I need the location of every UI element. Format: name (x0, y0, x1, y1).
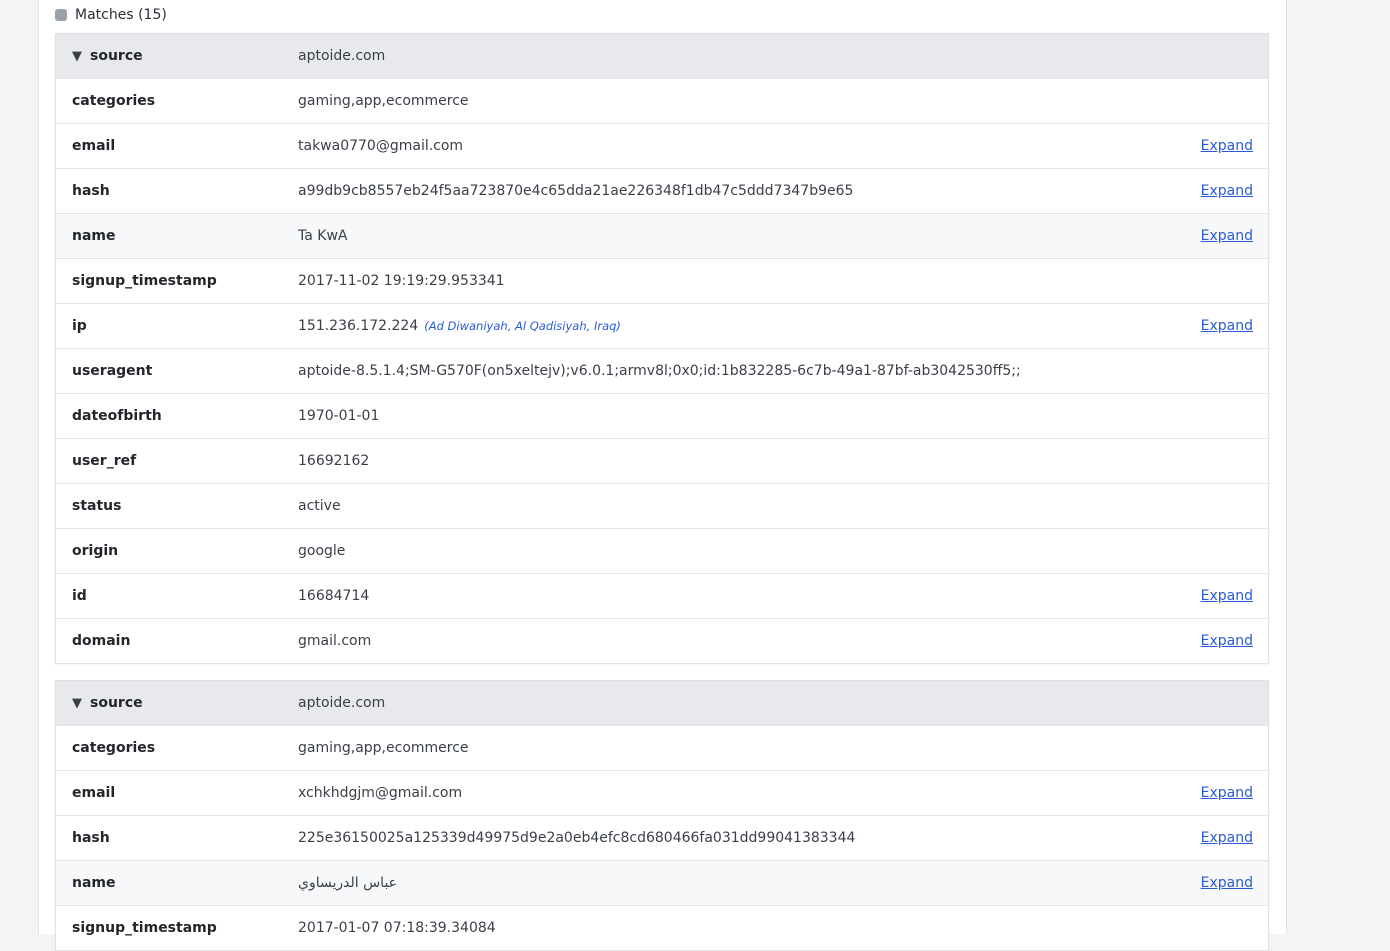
field-value-text: 16692162 (298, 453, 370, 469)
field-key: ip (72, 318, 87, 334)
field-key: status (72, 498, 122, 514)
source-value: aptoide.com (298, 48, 386, 64)
field-key: signup_timestamp (72, 273, 217, 289)
field-key: source (90, 48, 143, 64)
field-row-id: id 16684714 Expand (56, 574, 1268, 619)
field-key: name (72, 875, 116, 891)
field-value-text: active (298, 498, 341, 514)
field-row-name: name Ta KwA Expand (56, 214, 1268, 259)
source-key[interactable]: ▼ source (56, 48, 298, 64)
field-value-text: a99db9cb8557eb24f5aa723870e4c65dda21ae22… (298, 183, 854, 199)
field-key: dateofbirth (72, 408, 162, 424)
field-value: aptoide-8.5.1.4;SM-G570F(on5xeltejv);v6.… (298, 363, 1268, 379)
field-row-hash: hash a99db9cb8557eb24f5aa723870e4c65dda21… (56, 169, 1268, 214)
record-header-row[interactable]: ▼ source aptoide.com (56, 34, 1268, 79)
field-row-signup-timestamp: signup_timestamp 2017-01-07 07:18:39.3408… (56, 906, 1268, 950)
field-row-categories: categories gaming,app,ecommerce (56, 79, 1268, 124)
expand-link[interactable]: Expand (1201, 830, 1253, 846)
field-value: google (298, 543, 1268, 559)
field-value: 1970-01-01 (298, 408, 1268, 424)
field-row-hash: hash 225e36150025a125339d49975d9e2a0eb4ef… (56, 816, 1268, 861)
field-value: 225e36150025a125339d49975d9e2a0eb4efc8cd… (298, 830, 1268, 846)
source-value: aptoide.com (298, 695, 386, 711)
field-row-email: email takwa0770@gmail.com Expand (56, 124, 1268, 169)
expand-link[interactable]: Expand (1201, 633, 1253, 649)
ip-geolocation[interactable]: (Ad Diwaniyah, Al Qadisiyah, Iraq) (424, 319, 621, 333)
field-value: a99db9cb8557eb24f5aa723870e4c65dda21ae22… (298, 183, 1268, 199)
field-value: gaming,app,ecommerce (298, 93, 1268, 109)
field-key: categories (72, 93, 156, 109)
field-value: active (298, 498, 1268, 514)
field-value-text: Ta KwA (298, 228, 348, 244)
field-row-ip: ip 151.236.172.224 (Ad Diwaniyah, Al Qadis… (56, 304, 1268, 349)
field-value-text: aptoide-8.5.1.4;SM-G570F(on5xeltejv);v6.… (298, 363, 1021, 379)
field-row-status: status active (56, 484, 1268, 529)
record-card: ▼ source aptoide.com categories gaming,app,e… (55, 33, 1269, 664)
field-row-signup-timestamp: signup_timestamp 2017-11-02 19:19:29.9533… (56, 259, 1268, 304)
field-value-text: 1970-01-01 (298, 408, 380, 424)
field-value: عباس الدريساوي (298, 875, 1268, 891)
field-value-text: عباس الدريساوي (298, 875, 398, 891)
field-key: source (90, 695, 143, 711)
collapse-triangle-icon[interactable]: ▼ (72, 696, 82, 711)
field-key: email (72, 138, 116, 154)
field-key: id (72, 588, 87, 604)
field-value-text: xchkhdgjm@gmail.com (298, 785, 463, 801)
expand-link[interactable]: Expand (1201, 875, 1253, 891)
expand-link[interactable]: Expand (1201, 183, 1253, 199)
field-value-text: 16684714 (298, 588, 370, 604)
field-value-text: gaming,app,ecommerce (298, 93, 469, 109)
expand-link[interactable]: Expand (1201, 785, 1253, 801)
field-key: name (72, 228, 116, 244)
field-value: gmail.com (298, 633, 1268, 649)
field-value: 151.236.172.224 (Ad Diwaniyah, Al Qadisiy… (298, 318, 1268, 334)
field-key: useragent (72, 363, 153, 379)
field-row-domain: domain gmail.com Expand (56, 619, 1268, 663)
field-key: origin (72, 543, 119, 559)
expand-link[interactable]: Expand (1201, 318, 1253, 334)
expand-link[interactable]: Expand (1201, 228, 1253, 244)
field-key: categories (72, 740, 156, 756)
field-value-text: 151.236.172.224 (298, 318, 419, 334)
field-row-origin: origin google (56, 529, 1268, 574)
field-value: 16692162 (298, 453, 1268, 469)
matches-label: Matches (15) (75, 7, 167, 23)
checkbox-icon[interactable] (55, 9, 67, 21)
field-value: Ta KwA (298, 228, 1268, 244)
field-value-text: 2017-11-02 19:19:29.953341 (298, 273, 505, 289)
field-row-email: email xchkhdgjm@gmail.com Expand (56, 771, 1268, 816)
field-row-categories: categories gaming,app,ecommerce (56, 726, 1268, 771)
field-key: domain (72, 633, 131, 649)
field-key: email (72, 785, 116, 801)
field-value-text: gmail.com (298, 633, 372, 649)
field-value: takwa0770@gmail.com (298, 138, 1268, 154)
record-card: ▼ source aptoide.com categories gaming,app,e… (55, 680, 1269, 951)
collapse-triangle-icon[interactable]: ▼ (72, 49, 82, 64)
field-value: 2017-11-02 19:19:29.953341 (298, 273, 1268, 289)
field-value: gaming,app,ecommerce (298, 740, 1268, 756)
field-value: 16684714 (298, 588, 1268, 604)
field-row-dateofbirth: dateofbirth 1970-01-01 (56, 394, 1268, 439)
expand-link[interactable]: Expand (1201, 138, 1253, 154)
expand-link[interactable]: Expand (1201, 588, 1253, 604)
field-key: hash (72, 830, 110, 846)
matches-header[interactable]: Matches (15) (55, 4, 167, 26)
field-value-text: google (298, 543, 346, 559)
field-row-useragent: useragent aptoide-8.5.1.4;SM-G570F(on5xel… (56, 349, 1268, 394)
record-header-row[interactable]: ▼ source aptoide.com (56, 681, 1268, 726)
field-key: user_ref (72, 453, 137, 469)
field-row-user-ref: user_ref 16692162 (56, 439, 1268, 484)
field-value-text: 225e36150025a125339d49975d9e2a0eb4efc8cd… (298, 830, 856, 846)
field-value-text: gaming,app,ecommerce (298, 740, 469, 756)
field-key: hash (72, 183, 110, 199)
field-value-text: takwa0770@gmail.com (298, 138, 464, 154)
field-row-name: name عباس الدريساوي Expand (56, 861, 1268, 906)
source-key[interactable]: ▼ source (56, 695, 298, 711)
field-value: xchkhdgjm@gmail.com (298, 785, 1268, 801)
